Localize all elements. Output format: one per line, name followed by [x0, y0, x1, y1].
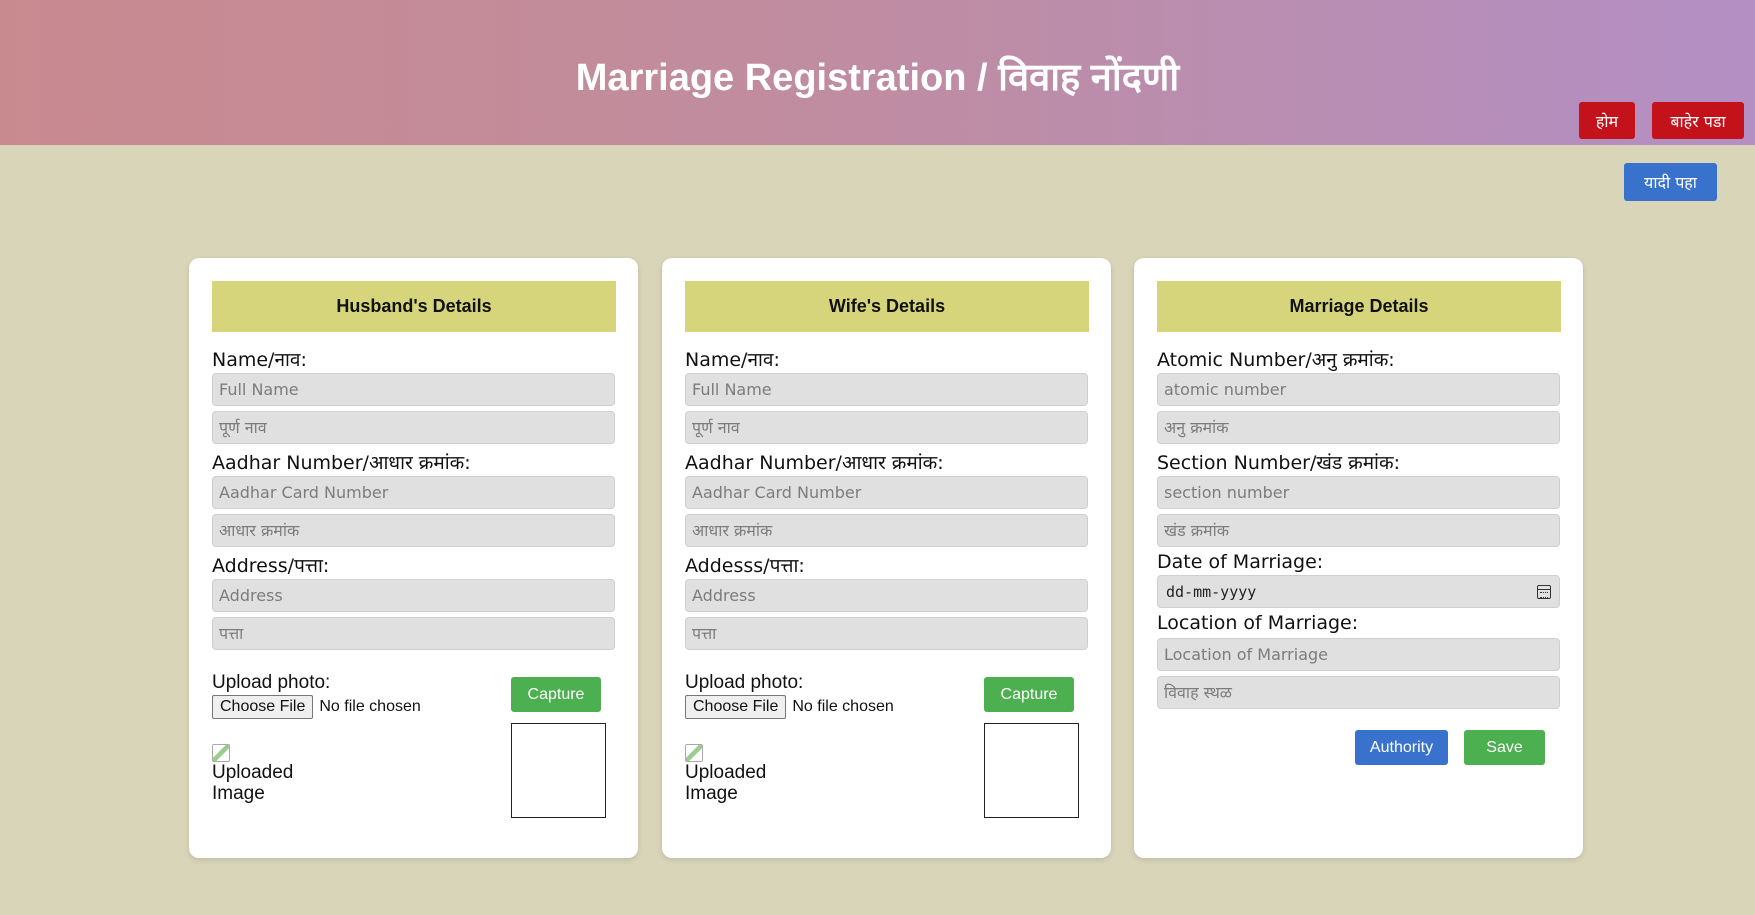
home-button[interactable]: होम	[1579, 102, 1635, 139]
broken-image-icon	[212, 744, 230, 762]
wife-file-input[interactable]: Choose File No file chosen	[685, 695, 894, 719]
wife-details-card: Wife's Details Name/नाव: Aadhar Number/आ…	[662, 258, 1111, 858]
wife-choose-file-button[interactable]: Choose File	[685, 695, 787, 719]
wife-uploaded-image-alt: Uploaded Image	[685, 762, 767, 804]
husband-choose-file-button[interactable]: Choose File	[212, 695, 314, 719]
marriage-details-card: Marriage Details Atomic Number/अनु क्रमा…	[1134, 258, 1583, 858]
wife-address-mr-input[interactable]	[685, 617, 1088, 650]
husband-name-mr-input[interactable]	[212, 411, 615, 444]
wife-name-input[interactable]	[685, 373, 1088, 406]
location-of-marriage-mr-input[interactable]	[1157, 676, 1560, 709]
wife-capture-preview	[984, 723, 1079, 818]
husband-address-mr-input[interactable]	[212, 617, 615, 650]
wife-name-mr-input[interactable]	[685, 411, 1088, 444]
exit-button[interactable]: बाहेर पडा	[1652, 102, 1744, 139]
calendar-icon[interactable]	[1537, 584, 1551, 599]
wife-uploaded-image: Uploaded Image	[685, 744, 785, 804]
location-of-marriage-input[interactable]	[1157, 638, 1560, 671]
husband-aadhar-input[interactable]	[212, 476, 615, 509]
authority-button[interactable]: Authority	[1355, 730, 1448, 765]
save-button[interactable]: Save	[1464, 730, 1545, 765]
atomic-number-input[interactable]	[1157, 373, 1560, 406]
husband-no-file-text: No file chosen	[319, 698, 421, 715]
page-title: Marriage Registration / विवाह नोंदणी	[575, 57, 1180, 99]
marriage-details-heading: Marriage Details	[1157, 281, 1561, 332]
wife-details-heading: Wife's Details	[685, 281, 1089, 332]
wife-upload-label: Upload photo:	[685, 672, 804, 693]
husband-details-card: Husband's Details Name/नाव: Aadhar Numbe…	[189, 258, 638, 858]
atomic-number-label: Atomic Number/अनु क्रमांक:	[1157, 349, 1395, 371]
wife-address-input[interactable]	[685, 579, 1088, 612]
husband-upload-label: Upload photo:	[212, 672, 331, 693]
section-number-label: Section Number/खंड क्रमांक:	[1157, 452, 1400, 474]
location-of-marriage-label: Location of Marriage:	[1157, 612, 1359, 634]
page-header: Marriage Registration / विवाह नोंदणी	[0, 0, 1755, 145]
view-list-button[interactable]: यादी पहा	[1624, 163, 1717, 201]
husband-name-label: Name/नाव:	[212, 349, 307, 371]
date-of-marriage-label: Date of Marriage:	[1157, 551, 1324, 573]
wife-name-label: Name/नाव:	[685, 349, 780, 371]
husband-capture-button[interactable]: Capture	[511, 677, 601, 712]
broken-image-icon	[685, 744, 703, 762]
section-number-mr-input[interactable]	[1157, 514, 1560, 547]
wife-capture-button[interactable]: Capture	[984, 677, 1074, 712]
wife-aadhar-mr-input[interactable]	[685, 514, 1088, 547]
date-placeholder: dd-mm-yyyy	[1166, 582, 1257, 601]
husband-details-heading: Husband's Details	[212, 281, 616, 332]
husband-aadhar-mr-input[interactable]	[212, 514, 615, 547]
husband-uploaded-image: Uploaded Image	[212, 744, 312, 804]
husband-aadhar-label: Aadhar Number/आधार क्रमांक:	[212, 452, 471, 474]
wife-no-file-text: No file chosen	[792, 698, 894, 715]
wife-aadhar-label: Aadhar Number/आधार क्रमांक:	[685, 452, 944, 474]
wife-aadhar-input[interactable]	[685, 476, 1088, 509]
section-number-input[interactable]	[1157, 476, 1560, 509]
husband-uploaded-image-alt: Uploaded Image	[212, 762, 294, 804]
date-of-marriage-input[interactable]: dd-mm-yyyy	[1157, 575, 1560, 608]
husband-capture-preview	[511, 723, 606, 818]
husband-name-input[interactable]	[212, 373, 615, 406]
husband-file-input[interactable]: Choose File No file chosen	[212, 695, 421, 719]
husband-address-label: Address/पत्ता:	[212, 555, 330, 577]
husband-address-input[interactable]	[212, 579, 615, 612]
wife-address-label: Addesss/पत्ता:	[685, 555, 805, 577]
atomic-number-mr-input[interactable]	[1157, 411, 1560, 444]
